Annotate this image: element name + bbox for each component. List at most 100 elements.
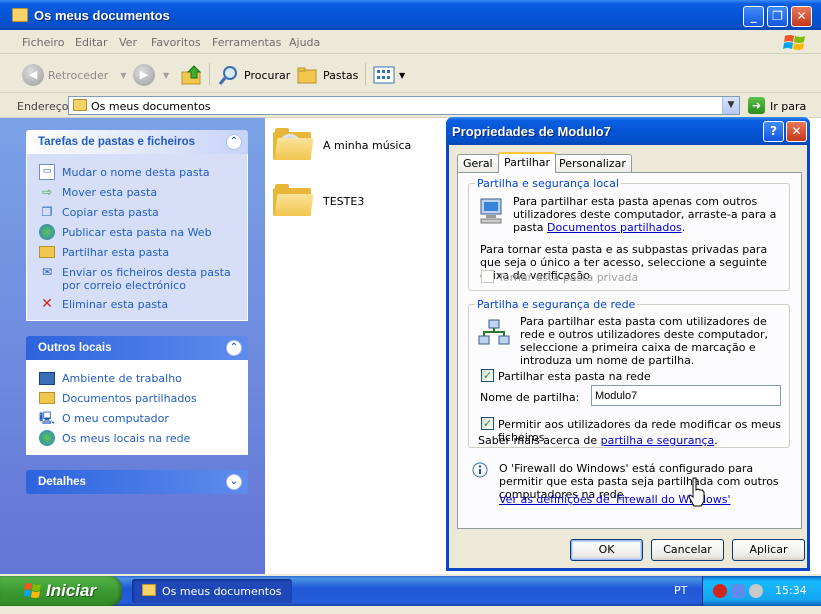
ok-button[interactable]: OK [570,539,643,561]
search-icon [218,66,237,85]
volume-icon[interactable] [749,584,763,598]
learn-more-text: Saber mais acerca de partilha e seguranç… [478,434,718,447]
menu-ferramentas[interactable]: Ferramentas [212,36,281,49]
network-status-icon[interactable] [731,584,745,598]
go-button[interactable]: Ir para [770,100,806,113]
private-checkbox-label: Tornar esta pasta privada [498,271,639,284]
windows-flag-icon [24,583,41,598]
collapse-icon[interactable]: ⌃ [226,134,242,150]
clock: 15:34 [775,584,807,597]
back-label: Retroceder [48,68,109,82]
place-network[interactable]: Os meus locais na rede [27,428,247,448]
tab-geral[interactable]: Geral [457,154,499,172]
task-pane: Tarefas de pastas e ficheiros ⌃ ▭ Mudar … [0,118,265,574]
go-arrow-icon[interactable]: ➜ [748,97,765,114]
share-name-input[interactable] [591,385,781,406]
folders-label: Pastas [323,68,359,82]
back-button[interactable]: ◀ Retroceder ▼ [22,63,126,87]
address-input[interactable]: Os meus documentos ▼ [68,96,740,115]
local-text-end: . [681,221,686,234]
move-icon: ⇨ [41,185,53,199]
help-button[interactable]: ? [763,121,784,142]
address-value: Os meus documentos [91,100,211,113]
task-publish[interactable]: Publicar esta pasta na Web [27,222,247,242]
copy-icon: ❐ [41,205,53,219]
tab-personalizar[interactable]: Personalizar [553,154,632,172]
place-desktop[interactable]: Ambiente de trabalho [27,368,247,388]
tab-partilhar[interactable]: Partilhar [498,152,557,173]
details-panel: Detalhes ⌄ [26,470,248,494]
details-panel-header[interactable]: Detalhes ⌄ [26,470,248,494]
toolbar: ◀ Retroceder ▼ ▶ ▼ Procurar Pastas ▼ [0,55,821,93]
address-bar: Endereço Os meus documentos ▼ ➜ Ir para [0,94,821,118]
task-email[interactable]: ✉ Enviar os ficheiros desta pasta por co… [27,262,247,294]
up-folder-button[interactable] [180,63,204,87]
file-item[interactable]: TESTE3 [273,184,364,218]
start-label: Iniciar [46,581,97,600]
task-delete[interactable]: ✕ Eliminar esta pasta [27,294,247,314]
place-shared-docs[interactable]: Documentos partilhados [27,388,247,408]
local-sharing-legend: Partilha e segurança local [477,177,619,190]
cancel-button[interactable]: Cancelar [651,539,724,561]
details-panel-title: Detalhes [38,476,86,488]
task-share[interactable]: Partilhar esta pasta [27,242,247,262]
share-network-label: Partilhar esta pasta na rede [498,370,651,383]
apply-button[interactable]: Aplicar [732,539,805,561]
folders-icon [297,67,317,84]
forward-button[interactable]: ▶ ▼ [133,63,169,87]
folder-icon [273,184,314,218]
security-shield-icon[interactable] [713,584,727,598]
views-icon [373,66,395,84]
task-label: Partilhar esta pasta [62,246,170,259]
menu-ver[interactable]: Ver [119,36,137,49]
address-label: Endereço [17,100,69,113]
folders-button[interactable]: Pastas [297,63,358,87]
task-move[interactable]: ⇨ Mover esta pasta [27,182,247,202]
expand-icon[interactable]: ⌄ [226,474,242,490]
dialog-titlebar[interactable]: Propriedades de Modulo7 ? ✕ [446,117,810,145]
address-dropdown-button[interactable]: ▼ [722,97,739,114]
menu-editar[interactable]: Editar [75,36,108,49]
network-sharing-legend: Partilha e segurança de rede [477,298,636,311]
places-panel-header[interactable]: Outros locais ⌃ [26,336,248,360]
shared-docs-link[interactable]: Documentos partilhados [547,221,682,234]
chevron-down-icon: ▼ [120,70,127,80]
views-button[interactable]: ▼ [373,63,405,87]
chevron-down-icon: ▼ [163,70,170,80]
learn-more-link[interactable]: partilha e segurança [601,434,715,447]
window-titlebar[interactable]: Os meus documentos _ ❐ ✕ [0,0,821,30]
menu-favoritos[interactable]: Favoritos [151,36,201,49]
folder-icon [73,99,87,111]
collapse-icon[interactable]: ⌃ [226,340,242,356]
maximize-button[interactable]: ❐ [767,6,788,27]
email-icon: ✉ [41,265,53,279]
web-publish-icon [39,224,55,240]
private-checkbox[interactable] [481,270,494,283]
minimize-button[interactable]: _ [743,6,764,27]
place-my-computer[interactable]: 🖳 O meu computador [27,408,247,428]
share-network-checkbox[interactable]: ✓ [481,369,494,382]
info-icon [472,462,488,478]
close-button[interactable]: ✕ [791,6,812,27]
taskbar-item-label: Os meus documentos [162,585,282,598]
forward-arrow-icon: ▶ [133,64,155,86]
learn-prefix: Saber mais acerca de [478,434,601,447]
menu-ficheiro[interactable]: Ficheiro [22,36,64,49]
menu-bar: Ficheiro Editar Ver Favoritos Ferramenta… [0,30,821,54]
toolbar-separator [209,63,210,85]
file-item[interactable]: A minha música [273,128,411,162]
folder-icon [39,392,55,404]
task-rename[interactable]: ▭ Mudar o nome desta pasta [27,162,247,182]
start-button[interactable]: Iniciar [0,576,122,606]
task-copy[interactable]: ❐ Copiar esta pasta [27,202,247,222]
dialog-close-button[interactable]: ✕ [786,121,807,142]
menu-ajuda[interactable]: Ajuda [289,36,320,49]
language-indicator[interactable]: PT [674,584,687,597]
taskbar-item[interactable]: Os meus documentos [132,579,292,603]
tasks-panel-header[interactable]: Tarefas de pastas e ficheiros ⌃ [26,130,248,154]
hand-cursor-icon [688,477,705,507]
search-button[interactable]: Procurar [218,63,290,87]
folder-icon [12,8,28,22]
places-panel: Outros locais ⌃ Ambiente de trabalho Doc… [26,336,248,455]
allow-modify-checkbox[interactable]: ✓ [481,417,494,430]
